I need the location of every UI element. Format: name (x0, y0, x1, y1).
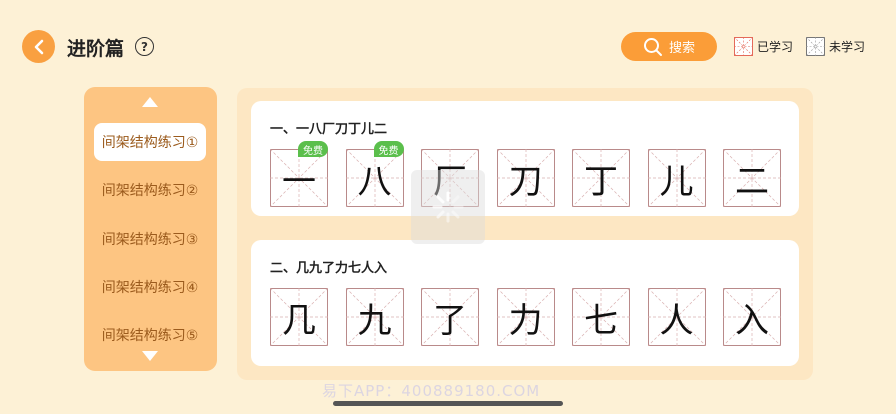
character-glyph: 儿 (659, 161, 694, 202)
character-glyph: 二 (735, 161, 769, 202)
character-glyph: 七 (584, 300, 618, 341)
character-glyph: 入 (735, 300, 769, 341)
char-box[interactable]: 八 (345, 149, 404, 207)
home-indicator[interactable] (333, 401, 563, 406)
lesson-card-2: 二、几九了力七人入 几九了力七人入 (251, 240, 799, 366)
loading-spinner-icon (411, 170, 485, 244)
content-panel: 一、一八厂刀丁儿二 一免费八免费厂刀丁儿二 二、几九了力七人入 几九了力七人入 (237, 88, 813, 380)
lesson-title-2: 二、几九了力七人入 (270, 261, 388, 276)
search-button[interactable]: 搜索 (621, 32, 717, 61)
unlearned-grid-icon (806, 37, 825, 56)
char-box[interactable]: 人 (647, 288, 706, 346)
legend-learned-label: 已学习 (757, 40, 794, 54)
char-box[interactable]: 七 (572, 288, 630, 346)
character-glyph: 一 (282, 161, 316, 202)
sidebar-item-1[interactable]: 间架结构练习① (94, 123, 206, 161)
char-box[interactable]: 了 (421, 288, 479, 346)
character-glyph: 八 (357, 161, 392, 202)
help-icon[interactable]: ? (135, 37, 154, 56)
sidebar-item-5[interactable]: 间架结构练习⑤ (94, 316, 206, 354)
character-glyph: 刀 (508, 161, 543, 202)
free-badge: 免费 (373, 141, 404, 157)
scroll-up-arrow-icon[interactable] (142, 97, 158, 107)
watermark: 易下APP：400889180.COM (322, 382, 541, 400)
char-box[interactable]: 几 (270, 288, 328, 346)
char-box[interactable]: 力 (496, 288, 555, 346)
character-glyph: 几 (282, 300, 316, 341)
sidebar-item-4[interactable]: 间架结构练习④ (94, 268, 206, 306)
legend-learned: 已学习 (734, 37, 793, 56)
page-title: 进阶篇 (67, 38, 125, 60)
character-glyph: 人 (659, 300, 694, 341)
legend-unlearned-label: 未学习 (829, 40, 866, 54)
free-badge: 免费 (298, 141, 328, 157)
legend-unlearned: 未学习 (806, 37, 865, 56)
char-box[interactable]: 二 (723, 149, 781, 207)
search-icon (643, 37, 662, 56)
lesson-title-1: 一、一八厂刀丁儿二 (270, 122, 388, 137)
lesson-card-1: 一、一八厂刀丁儿二 一免费八免费厂刀丁儿二 (251, 101, 799, 216)
sidebar-item-3[interactable]: 间架结构练习③ (94, 220, 206, 258)
lesson-sidebar: 间架结构练习① 间架结构练习② 间架结构练习③ 间架结构练习④ 间架结构练习⑤ (84, 87, 217, 371)
back-button[interactable] (22, 30, 55, 63)
character-glyph: 九 (357, 300, 392, 341)
char-box[interactable]: 刀 (496, 149, 555, 207)
char-box[interactable]: 九 (345, 288, 404, 346)
char-box[interactable]: 儿 (647, 149, 706, 207)
chevron-left-icon (34, 39, 43, 54)
character-glyph: 力 (508, 300, 543, 341)
scroll-down-arrow-icon[interactable] (142, 351, 158, 361)
sidebar-item-2[interactable]: 间架结构练习② (94, 171, 206, 209)
character-glyph: 丁 (584, 161, 618, 202)
char-box[interactable]: 入 (723, 288, 781, 346)
char-box[interactable]: 一 (270, 149, 328, 207)
char-box[interactable]: 丁 (572, 149, 630, 207)
character-glyph: 了 (433, 300, 467, 341)
learned-grid-icon (734, 37, 753, 56)
search-label: 搜索 (668, 41, 695, 56)
